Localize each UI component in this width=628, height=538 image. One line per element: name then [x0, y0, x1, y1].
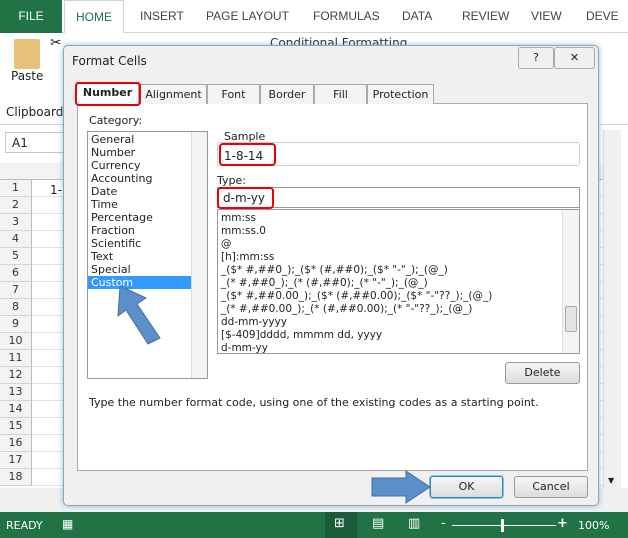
category-item[interactable]: Time [88, 198, 191, 211]
normal-view-icon[interactable]: ⊞ [325, 512, 357, 538]
type-highlight [217, 187, 274, 209]
paste-icon[interactable] [14, 39, 40, 69]
tab-protection[interactable]: Protection [367, 84, 434, 104]
row-header[interactable]: 1 [0, 180, 32, 197]
cancel-button[interactable]: Cancel [514, 476, 588, 498]
format-item[interactable]: _($* #,##0_);_($* (#,##0);_($* "-"_);_(@… [218, 264, 579, 277]
category-item[interactable]: Currency [88, 159, 191, 172]
page-layout-view-icon[interactable]: ▤ [372, 516, 384, 531]
tab-insert[interactable]: INSERT [140, 9, 184, 23]
clipboard-group-label: Clipboard [6, 105, 64, 119]
tab-home[interactable]: HOME [64, 0, 124, 34]
row-header[interactable]: 6 [0, 265, 32, 282]
zoom-slider-thumb[interactable] [501, 519, 504, 532]
row-header[interactable]: 7 [0, 282, 32, 299]
format-item[interactable]: mm:ss.0 [218, 225, 579, 238]
row-header[interactable]: 18 [0, 469, 32, 486]
zoom-slider[interactable] [452, 525, 556, 526]
category-scrollbar[interactable] [191, 132, 207, 378]
category-item[interactable]: Special [88, 263, 191, 276]
category-item[interactable]: General [88, 133, 191, 146]
tab-file[interactable]: FILE [0, 0, 62, 33]
arrow-to-custom-icon [117, 285, 161, 345]
format-item[interactable]: [h]:mm:ss [218, 251, 579, 264]
format-item[interactable]: d-mm-yy [218, 342, 579, 353]
zoom-level: 100% [578, 519, 610, 532]
tab-data[interactable]: DATA [402, 9, 432, 23]
tab-page-layout[interactable]: PAGE LAYOUT [206, 9, 289, 23]
ok-button[interactable]: OK [430, 476, 503, 498]
format-item[interactable]: _($* #,##0.00_);_($* (#,##0.00);_($* "-"… [218, 290, 579, 303]
type-label: Type: [217, 174, 246, 187]
row-header[interactable]: 12 [0, 367, 32, 384]
row-header[interactable]: 15 [0, 418, 32, 435]
format-item[interactable]: [$-409]dddd, mmmm dd, yyyy [218, 329, 579, 342]
format-scrollbar-thumb[interactable] [565, 306, 577, 332]
close-icon: ✕ [569, 51, 580, 64]
tab-developer[interactable]: DEVE [586, 9, 619, 23]
category-item[interactable]: Accounting [88, 172, 191, 185]
row-header[interactable]: 10 [0, 333, 32, 350]
format-item[interactable]: mm:ss [218, 212, 579, 225]
format-item[interactable]: _(* #,##0_);_(* (#,##0);_(* "-"_);_(@_) [218, 277, 579, 290]
number-tab-highlight [75, 82, 141, 106]
delete-button[interactable]: Delete [505, 362, 580, 384]
row-header[interactable]: 11 [0, 350, 32, 367]
sample-highlight [219, 143, 276, 166]
row-header[interactable]: 4 [0, 231, 32, 248]
row-header[interactable]: 16 [0, 435, 32, 452]
format-item[interactable]: _(* #,##0.00_);_(* (#,##0.00);_(* "-"??_… [218, 303, 579, 316]
row-header[interactable]: 17 [0, 452, 32, 469]
hint-text: Type the number format code, using one o… [89, 396, 539, 409]
close-button[interactable]: ✕ [554, 47, 595, 69]
help-button[interactable]: ? [518, 47, 554, 69]
status-bar: READY ▦ ⊞ ▤ ▥ - + 100% [0, 512, 628, 538]
category-item[interactable]: Scientific [88, 237, 191, 250]
row-header[interactable]: 3 [0, 214, 32, 231]
format-list[interactable]: mm:ss mm:ss.0 @ [h]:mm:ss _($* #,##0_);_($* … [217, 209, 580, 354]
cell-a1[interactable]: 1- [50, 183, 62, 197]
zoom-out-icon[interactable]: - [441, 516, 446, 531]
format-cells-dialog: Format Cells ? ✕ Category: General Number… [63, 45, 599, 506]
page-break-view-icon[interactable]: ▥ [408, 516, 420, 531]
help-icon: ? [533, 51, 539, 64]
row-header[interactable]: 14 [0, 401, 32, 418]
row-header[interactable]: 5 [0, 248, 32, 265]
row-header[interactable]: 9 [0, 316, 32, 333]
category-label: Category: [89, 114, 143, 127]
row-header[interactable]: 2 [0, 197, 32, 214]
format-item[interactable]: @ [218, 238, 579, 251]
tab-border[interactable]: Border [260, 84, 314, 104]
tab-formulas[interactable]: FORMULAS [313, 9, 380, 23]
category-item[interactable]: Text [88, 250, 191, 263]
category-item[interactable]: Fraction [88, 224, 191, 237]
row-header[interactable]: 8 [0, 299, 32, 316]
tab-fill[interactable]: Fill [314, 84, 367, 104]
format-scrollbar[interactable] [562, 210, 579, 353]
ribbon-tab-bar: FILE HOME INSERT PAGE LAYOUT FORMULAS DA… [0, 0, 628, 34]
category-item[interactable]: Number [88, 146, 191, 159]
status-ready: READY [6, 519, 43, 532]
macro-record-icon[interactable]: ▦ [62, 517, 73, 531]
vertical-scrollbar[interactable]: ▼ [603, 130, 621, 488]
scroll-down-icon[interactable]: ▼ [608, 476, 614, 485]
name-box[interactable]: A1 [5, 132, 67, 153]
dialog-title: Format Cells [72, 54, 147, 68]
row-header[interactable]: 13 [0, 384, 32, 401]
zoom-in-icon[interactable]: + [557, 516, 568, 531]
category-item[interactable]: Date [88, 185, 191, 198]
tab-font[interactable]: Font [207, 84, 260, 104]
tab-review[interactable]: REVIEW [462, 9, 509, 23]
category-item[interactable]: Percentage [88, 211, 191, 224]
tab-view[interactable]: VIEW [531, 9, 562, 23]
cut-icon[interactable]: ✂ [50, 35, 62, 51]
tab-alignment[interactable]: Alignment [140, 84, 207, 104]
paste-button[interactable]: Paste [11, 69, 43, 83]
arrow-to-ok-icon [371, 470, 431, 504]
format-item[interactable]: dd-mm-yyyy [218, 316, 579, 329]
